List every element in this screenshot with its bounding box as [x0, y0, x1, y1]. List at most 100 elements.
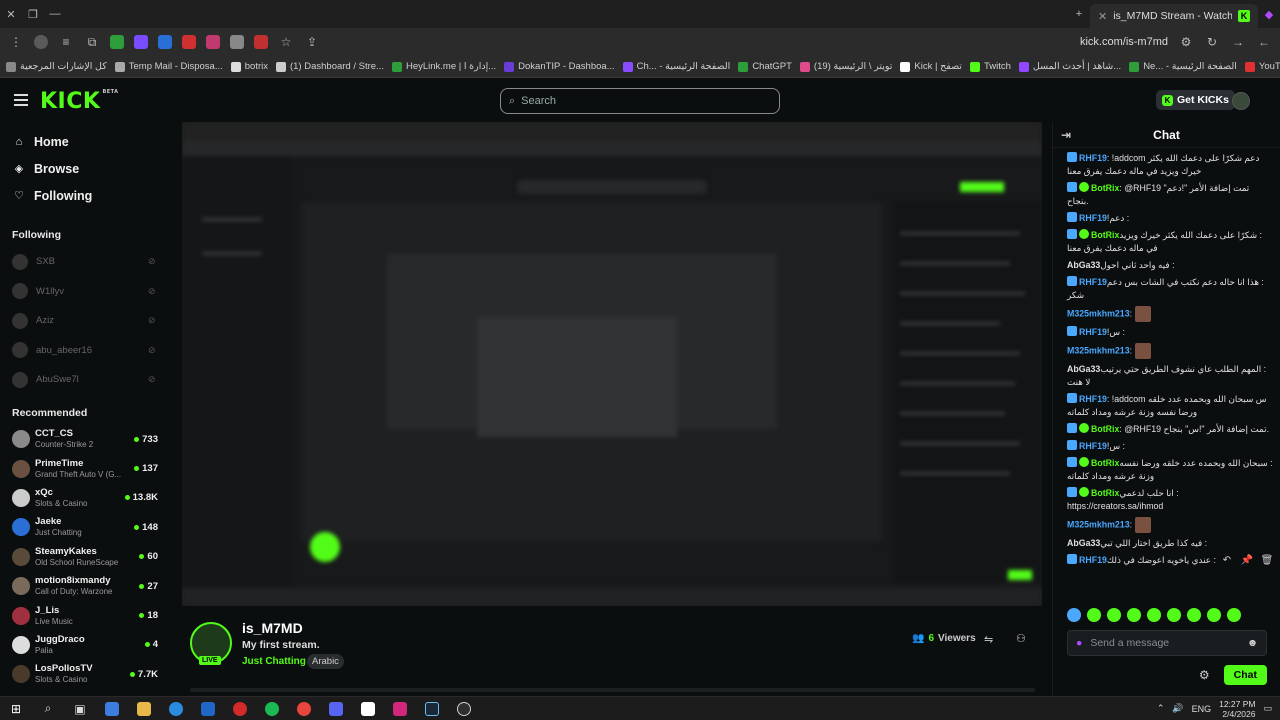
close-window-icon[interactable]: ✕: [0, 8, 22, 21]
collapse-chat-icon[interactable]: ⇥: [1061, 128, 1071, 142]
following-item[interactable]: AbuSwe7l ⊘: [0, 365, 172, 395]
minimize-window-icon[interactable]: —: [44, 8, 66, 20]
bookmark-item[interactable]: Temp Mail - Disposa...: [114, 61, 223, 72]
emote-icon[interactable]: [1207, 608, 1221, 622]
volume-icon[interactable]: 🔊: [1172, 703, 1183, 714]
chat-message[interactable]: BotRix: انا حلب لدعمي https://creators.s…: [1067, 487, 1273, 513]
following-item[interactable]: W1llyv ⊘: [0, 277, 172, 307]
recommended-item[interactable]: PrimeTime Grand Theft Auto V (G... 137: [0, 454, 172, 483]
bookmark-item[interactable]: (1) Dashboard / Stre...: [275, 61, 384, 72]
recommended-item[interactable]: J_Lis Live Music 18: [0, 601, 172, 630]
recommended-item[interactable]: xQc Slots & Casino 13.8K: [0, 483, 172, 512]
emote-icon[interactable]: [1107, 608, 1121, 622]
chat-message[interactable]: RHF19: دعم!: [1067, 212, 1273, 225]
chat-message[interactable]: RHF19: !addcom س سبحان الله وبحمده عدد خ…: [1067, 393, 1273, 419]
tab-menu-icon[interactable]: ◆: [1258, 8, 1280, 21]
extension-red-icon[interactable]: [182, 35, 196, 49]
chat-settings-icon[interactable]: ⚙: [1199, 668, 1210, 682]
opera-icon[interactable]: [224, 701, 256, 716]
sidebar-item-following[interactable]: ♡ Following: [0, 182, 172, 209]
app-pink-icon[interactable]: [384, 701, 416, 716]
following-item[interactable]: abu_abeer16 ⊘: [0, 336, 172, 366]
bookmark-item[interactable]: Ne... - الصفحة الرئيسية: [1129, 61, 1237, 72]
mic-icon[interactable]: ●: [1076, 637, 1082, 649]
send-chat-button[interactable]: Chat: [1223, 665, 1267, 685]
get-kicks-button[interactable]: K Get KICKs: [1156, 90, 1235, 110]
delete-icon[interactable]: 🗑: [1259, 555, 1275, 566]
back-icon[interactable]: ←: [1256, 35, 1272, 49]
extension-shield-icon[interactable]: [134, 35, 148, 49]
extension-blue-icon[interactable]: [158, 35, 172, 49]
reload-icon[interactable]: ↻: [1204, 35, 1220, 49]
stream-category[interactable]: Just Chatting: [242, 656, 306, 667]
chat-message[interactable]: AbGa33: فيه واحد ثاني احول: [1067, 259, 1273, 272]
url-field[interactable]: kick.com/is-m7md: [1080, 36, 1168, 48]
search-input[interactable]: ⌕ Search: [500, 88, 780, 114]
language-indicator[interactable]: ENG: [1192, 704, 1212, 714]
extensions-icon[interactable]: ⧉: [84, 35, 100, 50]
bookmark-item[interactable]: Ch... - الصفحة الرئيسية: [622, 61, 730, 72]
user-avatar[interactable]: [1232, 92, 1250, 110]
emote-icon[interactable]: [1087, 608, 1101, 622]
share-page-icon[interactable]: ⇪: [304, 35, 320, 49]
chrome-icon[interactable]: [288, 701, 320, 716]
recommended-item[interactable]: LosPollosTV Slots & Casino 7.7K: [0, 660, 172, 689]
spotify-icon[interactable]: [256, 701, 288, 716]
bookmark-item[interactable]: HeyLink.me | إدارة ا...: [391, 61, 496, 72]
chat-message[interactable]: M325mkhm213:: [1067, 517, 1273, 533]
bookmark-item[interactable]: YouTube: [1244, 61, 1280, 72]
copilot-icon[interactable]: [96, 701, 128, 716]
follow-user-icon[interactable]: ⚇: [1016, 632, 1026, 645]
obs-icon[interactable]: [448, 701, 480, 716]
share-icon[interactable]: ⇋: [984, 633, 993, 646]
chat-message[interactable]: AbGa33: فيه كذا طريق اختار اللي تبي: [1067, 537, 1273, 550]
search-icon[interactable]: ⌕: [32, 701, 64, 716]
hamburger-menu-icon[interactable]: [14, 94, 28, 106]
sidebar-item-browse[interactable]: ◈ Browse: [0, 155, 172, 182]
recommended-item[interactable]: CCT_CS Counter-Strike 2 733: [0, 425, 172, 454]
recommended-item[interactable]: Jaeke Just Chatting 148: [0, 513, 172, 542]
notifications-icon[interactable]: ▭: [1263, 703, 1272, 714]
close-tab-icon[interactable]: ✕: [1098, 10, 1107, 23]
kick-logo[interactable]: KICK BETA: [40, 89, 119, 114]
pin-icon[interactable]: 📌: [1239, 555, 1255, 566]
video-player[interactable]: [182, 122, 1042, 606]
capcut-icon[interactable]: [352, 701, 384, 716]
following-item[interactable]: SXB ⊘: [0, 247, 172, 277]
emoji-picker-icon[interactable]: ☻: [1247, 637, 1258, 649]
site-settings-icon[interactable]: ⚙: [1178, 35, 1194, 49]
chat-message-input[interactable]: ● Send a message ☻: [1067, 630, 1267, 656]
new-tab-icon[interactable]: +: [1068, 8, 1090, 20]
bookmark-item[interactable]: (19) تويتر \ الرئيسية: [799, 61, 892, 72]
extension-pink-icon[interactable]: [206, 35, 220, 49]
streamer-name[interactable]: is_M7MD: [242, 620, 303, 636]
bookmark-item[interactable]: Kick | تصفح: [900, 61, 962, 72]
chat-message[interactable]: BotRix: سبحان الله وبحمده عدد خلقه ورضا …: [1067, 457, 1273, 483]
profile-avatar[interactable]: [34, 35, 48, 49]
bookmark-item[interactable]: ChatGPT: [738, 61, 792, 72]
extension-alert-icon[interactable]: [254, 35, 268, 49]
chat-message[interactable]: RHF19: هذا انا حاله دعم نكتب في الشات بس…: [1067, 276, 1273, 302]
emote-icon[interactable]: [1147, 608, 1161, 622]
chat-message[interactable]: M325mkhm213:: [1067, 343, 1273, 359]
extension-gray-icon[interactable]: [230, 35, 244, 49]
chat-message[interactable]: AbGa33: المهم الطلب عاي نشوف الطريق حتي …: [1067, 363, 1273, 389]
file-explorer-icon[interactable]: [128, 701, 160, 716]
edge-icon[interactable]: [160, 701, 192, 716]
chat-message[interactable]: BotRix: شكرًا على دعمك الله يكثر خيرك وي…: [1067, 229, 1273, 255]
bookmark-star-icon[interactable]: ☆: [278, 35, 294, 49]
emote-icon[interactable]: [1067, 608, 1081, 622]
restore-window-icon[interactable]: ❐: [22, 8, 44, 21]
following-item[interactable]: Aziz ⊘: [0, 306, 172, 336]
discord-icon[interactable]: [320, 701, 352, 716]
sidebar-item-home[interactable]: ⌂ Home: [0, 128, 172, 155]
menu-dots-icon[interactable]: ⋮: [8, 35, 24, 49]
bookmark-item[interactable]: botrix: [230, 61, 268, 72]
recommended-item[interactable]: motion8ixmandy Call of Duty: Warzone 27: [0, 571, 172, 600]
tray-chevron-icon[interactable]: ⌃: [1157, 703, 1165, 714]
browser-tab-active[interactable]: ✕ is_M7MD Stream - Watch Live K: [1090, 4, 1258, 28]
mail-icon[interactable]: [192, 701, 224, 716]
bookmark-item[interactable]: شاهد | أحدث المسل...: [1018, 61, 1121, 72]
chat-message[interactable]: RHF19: س!: [1067, 440, 1273, 453]
emote-icon[interactable]: [1227, 608, 1241, 622]
